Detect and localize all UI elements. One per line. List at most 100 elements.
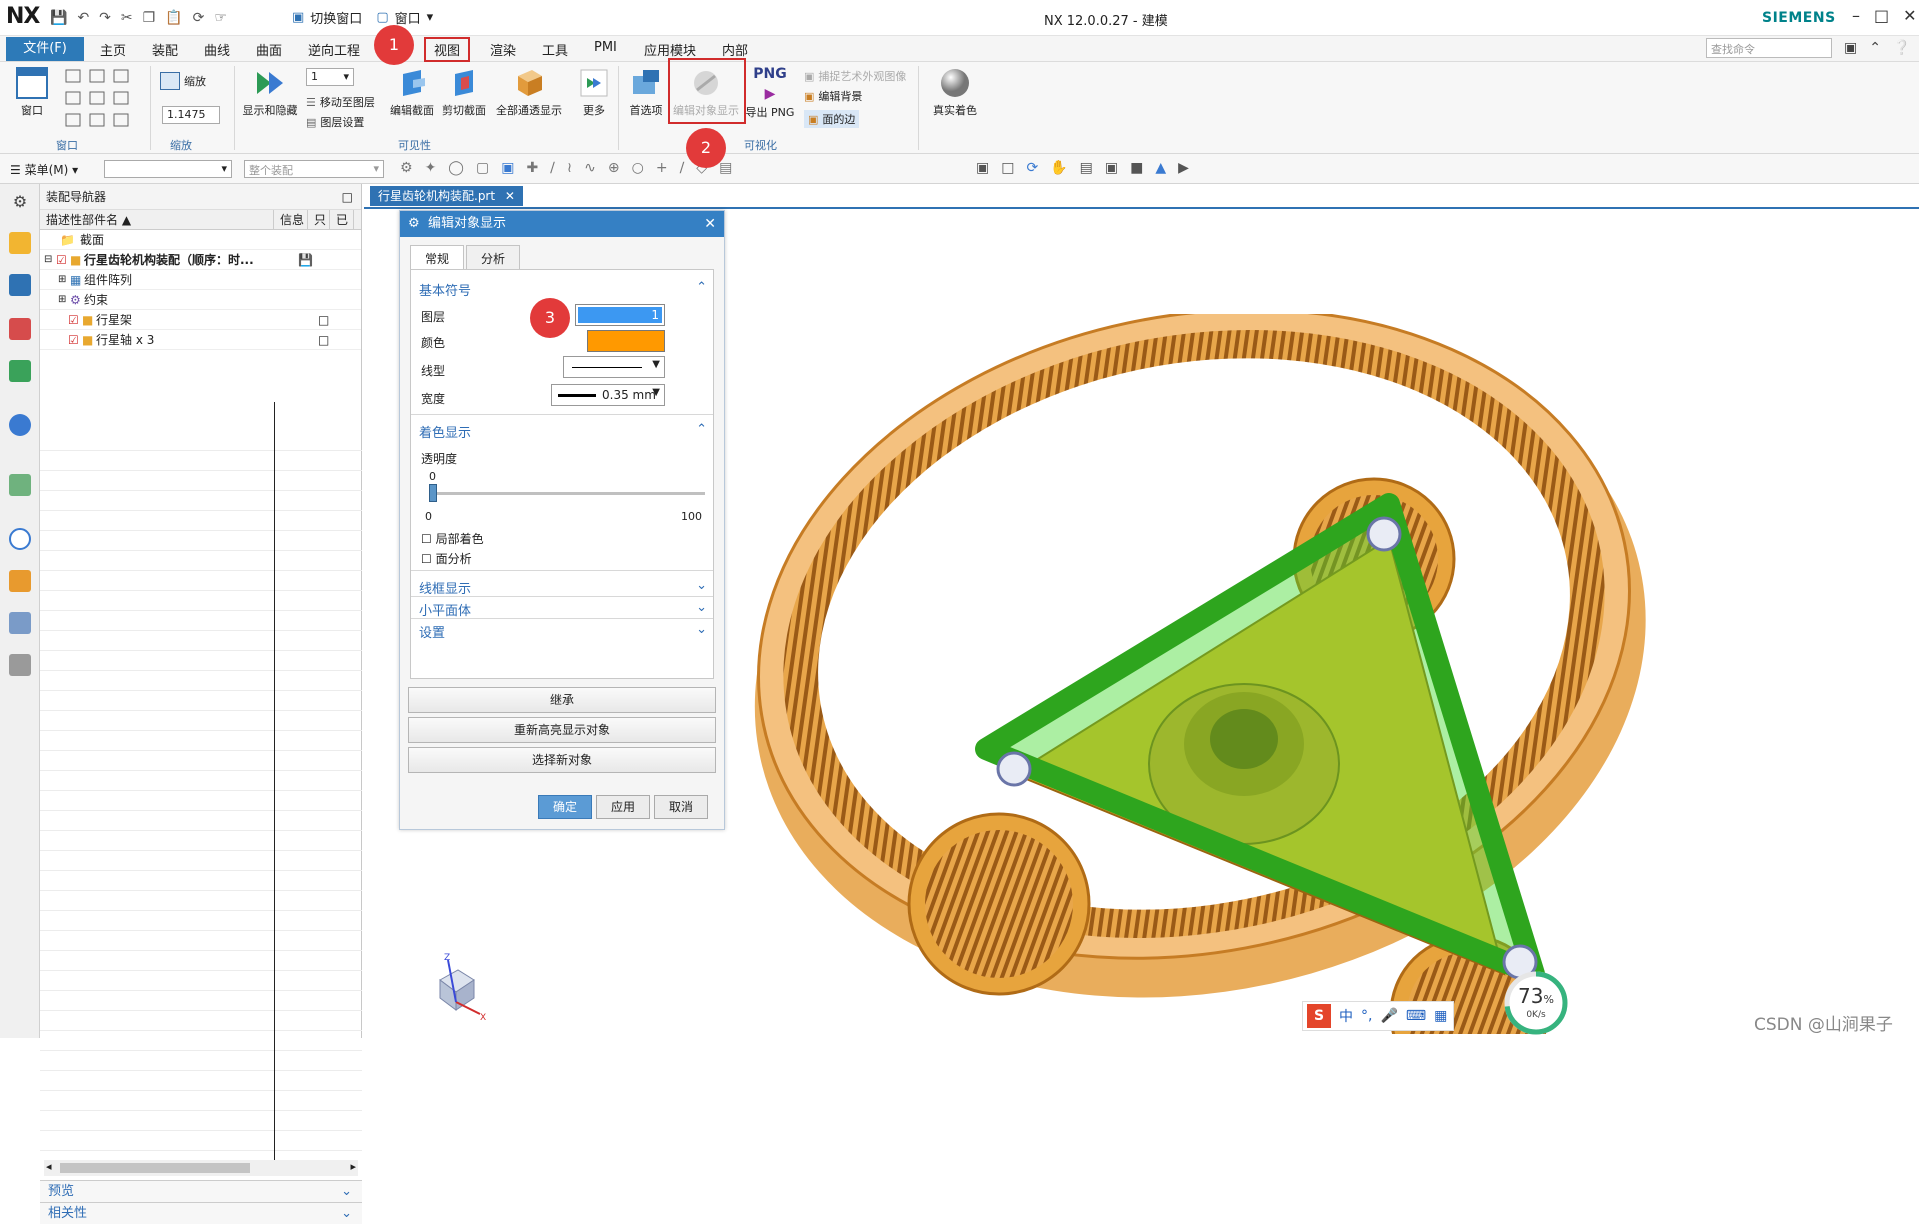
edit-section-button[interactable]: 编辑截面 (388, 66, 436, 118)
export-png-button[interactable]: PNG ▶ 导出 PNG (744, 66, 796, 120)
readonly-checkbox[interactable]: □ (318, 310, 329, 330)
linetype-select[interactable]: ▼ (563, 356, 665, 378)
keyboard-icon[interactable]: ⌨ (1406, 1008, 1426, 1024)
true-shading-button[interactable]: 真实着色 (930, 66, 980, 118)
roles-icon[interactable] (9, 612, 31, 634)
maximize-icon[interactable]: □ (342, 184, 353, 210)
transparency-slider-thumb[interactable] (429, 484, 437, 502)
column-info[interactable]: 信息 (274, 210, 308, 229)
partial-shading-checkbox[interactable]: ☐ 局部着色 (421, 530, 484, 547)
show-all-transparent-button[interactable]: 全部通透显示 (492, 66, 566, 118)
checkbox-checked-icon[interactable]: ☑ (56, 250, 67, 270)
menu-assembly[interactable]: 装配 (152, 40, 178, 59)
system-scene-icon[interactable] (9, 654, 31, 676)
collapse-toggle-icon[interactable]: ⊟ (44, 250, 52, 270)
collapse-ribbon-icon[interactable]: ⌃ (1869, 40, 1881, 56)
width-select[interactable]: 0.35 mm ▼ (551, 384, 665, 406)
capture-art-button[interactable]: ▣ 捕捉艺术外观图像 (804, 68, 906, 84)
expand-toggle-icon[interactable]: ⊞ (58, 290, 66, 310)
type-filter-select[interactable]: ▾ (104, 160, 232, 178)
tree-row-planet-shaft[interactable]: ☑ ■ 行星轴 x 3 □ (40, 330, 361, 350)
snap-toolbar-icons[interactable]: ⚙ ✦ ◯ ▢ ▣ ✚ ∕ ≀ ∿ ⊕ ○ + ∕ ◇ ▤ (400, 160, 732, 176)
view-toolbar-icons[interactable]: ▣ □ ⟳ ✋ ▤ ▣ ■ ▲ ▶ (976, 160, 1189, 176)
section-facet-body[interactable]: 小平面体 ⌄ (419, 600, 707, 619)
ok-button[interactable]: 确定 (538, 795, 592, 819)
menu-dropdown-button[interactable]: ☰ 菜单(M) ▾ (10, 161, 78, 178)
grid-menu-icon[interactable]: ▦ (1434, 1008, 1447, 1024)
close-icon[interactable]: ✕ (1903, 6, 1916, 25)
section-settings[interactable]: 设置 ⌄ (419, 622, 707, 641)
constraint-navigator-icon[interactable] (9, 274, 31, 296)
close-icon[interactable]: ✕ (505, 189, 515, 203)
zoom-button[interactable]: 缩放 (160, 72, 206, 90)
chevron-left-icon[interactable]: ◂ (46, 1160, 52, 1173)
cancel-button[interactable]: 取消 (654, 795, 708, 819)
punctuation-icon[interactable]: °, (1361, 1008, 1372, 1024)
menu-internal[interactable]: 内部 (722, 40, 748, 59)
menu-application[interactable]: 应用模块 (644, 40, 696, 59)
move-to-layer-button[interactable]: ☰ 移动至图层 (306, 94, 375, 110)
horizontal-scrollbar[interactable]: ◂ ▸ (44, 1160, 358, 1176)
chevron-right-icon[interactable]: ▸ (350, 1160, 356, 1173)
file-menu-button[interactable]: 文件(F) (6, 37, 84, 61)
assembly-scope-select[interactable]: 整个装配 ▾ (244, 160, 384, 178)
gear-icon[interactable]: ⚙ (9, 192, 31, 214)
tree-row-section[interactable]: 📁 截面 (40, 230, 361, 250)
assembly-navigator-icon[interactable] (9, 232, 31, 254)
face-analysis-checkbox[interactable]: ☐ 面分析 (421, 550, 472, 567)
zoom-scale-input[interactable]: 1.1475 (162, 106, 220, 124)
menu-tools[interactable]: 工具 (542, 40, 568, 59)
layer-input[interactable]: 1 (575, 304, 665, 326)
window-icon[interactable]: ▢ (376, 10, 388, 25)
paste-icon[interactable]: 📋 (165, 10, 182, 26)
menu-home[interactable]: 主页 (100, 40, 126, 59)
save-icon[interactable]: 💾 (50, 10, 67, 26)
scrollbar-thumb[interactable] (60, 1163, 250, 1173)
cut-icon[interactable]: ✂ (121, 10, 133, 26)
copy-icon[interactable]: ❐ (143, 10, 156, 26)
clip-section-button[interactable]: 剪切截面 (440, 66, 488, 118)
undo-icon[interactable]: ↶ (77, 10, 89, 26)
expand-toggle-icon[interactable]: ⊞ (58, 270, 66, 290)
column-modified[interactable]: 已 (330, 210, 354, 229)
checkbox-checked-icon[interactable]: ☑ (68, 310, 79, 330)
transparency-slider-track[interactable] (429, 492, 705, 495)
menu-pmi[interactable]: PMI (594, 40, 617, 55)
window-button[interactable]: 窗口 (12, 66, 52, 118)
show-hide-button[interactable]: 显示和隐藏 (240, 66, 300, 118)
redo-icon[interactable]: ↷ (99, 10, 111, 26)
tab-analysis[interactable]: 分析 (466, 245, 521, 271)
microphone-icon[interactable]: 🎤 (1380, 1008, 1397, 1024)
tree-row-planet-carrier[interactable]: ☑ ■ 行星架 □ (40, 310, 361, 330)
menu-reverse-engineering[interactable]: 逆向工程 (308, 40, 360, 59)
section-shaded-display[interactable]: 着色显示 ⌃ (419, 422, 707, 441)
section-wireframe-display[interactable]: 线框显示 ⌄ (419, 578, 707, 597)
tab-general[interactable]: 常规 (410, 245, 465, 271)
window-menu-button[interactable]: 窗口 (395, 8, 421, 27)
chevron-down-icon[interactable]: ▾ (427, 10, 434, 25)
column-readonly[interactable]: 只 (308, 210, 330, 229)
inherit-button[interactable]: 继承 (408, 687, 716, 713)
planetary-gear-model[interactable] (724, 314, 1664, 1034)
minimize-icon[interactable]: – (1852, 6, 1860, 25)
menu-curve[interactable]: 曲线 (204, 40, 230, 59)
repeat-command-icon[interactable]: ⟳ (193, 10, 205, 26)
dialog-title-bar[interactable]: ⚙ 编辑对象显示 ✕ (400, 211, 724, 237)
select-new-object-button[interactable]: 选择新对象 (408, 747, 716, 773)
sogou-icon[interactable]: S (1307, 1004, 1331, 1028)
window-layout-icons[interactable] (64, 68, 144, 132)
history-icon[interactable] (9, 474, 31, 496)
layer-settings-button[interactable]: ▤ 图层设置 (306, 114, 364, 130)
layer-select[interactable]: 1 ▾ (306, 68, 354, 86)
web-browser-icon[interactable] (9, 414, 31, 436)
process-studio-icon[interactable] (9, 570, 31, 592)
color-swatch-button[interactable] (587, 330, 665, 352)
edit-background-button[interactable]: ▣ 编辑背景 (804, 88, 862, 104)
menu-render[interactable]: 渲染 (490, 40, 516, 59)
maximize-icon[interactable]: □ (1874, 6, 1889, 25)
related-panel-header[interactable]: 相关性 ⌄ (40, 1202, 362, 1224)
touch-mode-icon[interactable]: ☞ (214, 10, 227, 26)
command-search-input[interactable]: 查找命令 (1706, 38, 1832, 58)
column-name[interactable]: 描述性部件名 ▲ (40, 210, 274, 229)
section-basic-symbol[interactable]: 基本符号 ⌃ (419, 280, 707, 299)
